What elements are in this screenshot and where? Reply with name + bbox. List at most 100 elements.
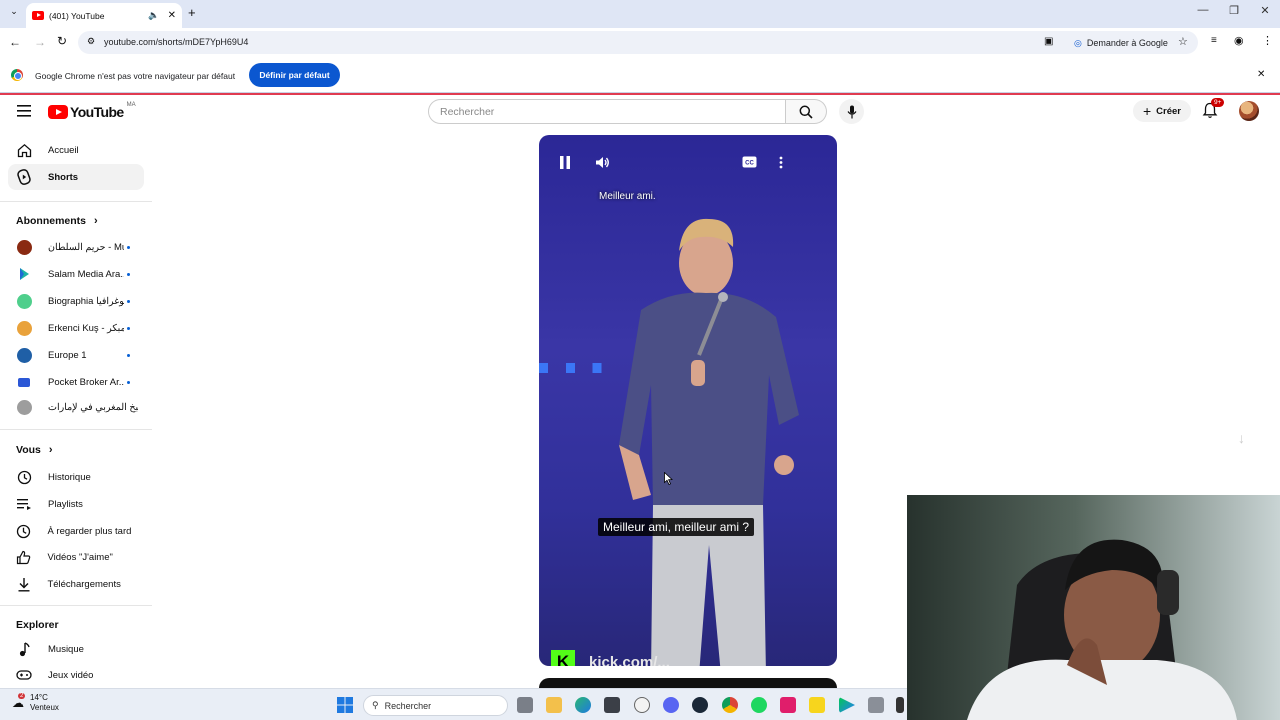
youtube-logo-text: YouTube xyxy=(70,104,124,120)
app-icon[interactable] xyxy=(896,697,904,713)
channel-avatar-icon xyxy=(16,293,32,309)
subscription-label: الطبخ المغربي في لإمارات ... xyxy=(48,401,138,413)
search-input[interactable]: Rechercher xyxy=(428,99,786,124)
install-app-icon[interactable]: ▣ xyxy=(1044,36,1053,47)
site-info-icon[interactable]: ⚙ xyxy=(87,36,95,47)
kick-watermark: K kick.com/... xyxy=(551,650,670,666)
store-icon[interactable] xyxy=(604,697,620,713)
address-bar[interactable]: ⚙ youtube.com/shorts/mDE7YpH69U4 ▣ ◎ Dem… xyxy=(78,31,1198,54)
sidebar-item-subscription[interactable]: Europe 1 xyxy=(8,342,144,368)
hamburger-menu-icon[interactable] xyxy=(17,104,31,122)
close-window-button[interactable]: ✕ xyxy=(1256,4,1274,17)
more-options-button[interactable] xyxy=(770,151,792,173)
profile-icon[interactable]: ◉ xyxy=(1234,34,1244,47)
restore-button[interactable]: ❐ xyxy=(1225,4,1243,17)
subscriptions-heading[interactable]: Abonnements › xyxy=(16,215,98,227)
sidebar-item-liked-videos[interactable]: Vidéos "J'aime" xyxy=(8,544,144,570)
search-icon xyxy=(799,105,813,119)
notifications-button[interactable]: 9+ xyxy=(1202,98,1225,120)
chrome-icon[interactable] xyxy=(722,697,738,713)
volume-button[interactable] xyxy=(591,151,613,173)
tab-close-icon[interactable]: ✕ xyxy=(168,10,176,21)
new-content-dot xyxy=(127,299,130,303)
banner-message: Google Chrome n'est pas votre navigateur… xyxy=(35,71,236,81)
banner-close-icon[interactable]: ✕ xyxy=(1257,69,1265,80)
search-placeholder: Rechercher xyxy=(440,105,495,118)
file-explorer-icon[interactable] xyxy=(546,697,562,713)
tab-list-dropdown-icon[interactable]: ⌄ xyxy=(7,6,21,20)
ask-google-label: Demander à Google xyxy=(1086,38,1168,48)
sidebar-item-home[interactable]: Accueil xyxy=(8,137,144,163)
edge-icon[interactable] xyxy=(575,697,591,713)
spotify-icon[interactable] xyxy=(751,697,767,713)
pause-button[interactable] xyxy=(554,151,576,173)
weather-widget[interactable]: ☁ 2 14°C Venteux xyxy=(12,693,59,713)
subscription-label: حريم السلطان - Muht... xyxy=(48,241,124,253)
shorts-icon xyxy=(16,169,32,185)
weather-alert-badge: 2 xyxy=(18,693,26,699)
sidebar-item-downloads[interactable]: Téléchargements xyxy=(8,571,144,597)
voice-search-button[interactable] xyxy=(839,99,864,124)
next-short-arrow-icon[interactable]: ↓ xyxy=(1238,430,1245,446)
play-store-icon[interactable] xyxy=(839,697,855,713)
minimize-button[interactable]: — xyxy=(1194,4,1212,16)
new-tab-button[interactable]: + xyxy=(188,5,196,20)
sidebar-item-music[interactable]: Musique xyxy=(8,636,144,662)
sidebar-item-subscription[interactable]: Biographia بيوغرافيا xyxy=(8,288,144,314)
sidebar-item-subscription[interactable]: حريم السلطان - Muht... xyxy=(8,234,144,260)
discord-icon[interactable] xyxy=(663,697,679,713)
ask-google-button[interactable]: ◎ Demander à Google xyxy=(1068,35,1174,51)
sidebar-divider xyxy=(0,201,152,202)
sidebar-item-subscription[interactable]: Pocket Broker Ar... xyxy=(8,369,144,395)
sidebar-item-gaming[interactable]: Jeux vidéo xyxy=(8,662,144,688)
media-controls-icon[interactable]: ≡ xyxy=(1211,35,1217,46)
kick-logo-icon: K xyxy=(551,650,575,666)
sidebar-divider xyxy=(0,429,152,430)
browser-tab-youtube[interactable]: (401) YouTube 🔈 ✕ xyxy=(26,3,182,28)
sidebar-item-subscription[interactable]: Erkenci Kuş - مبكر... xyxy=(8,315,144,341)
sidebar-item-subscription[interactable]: Salam Media Ara... xyxy=(8,261,144,287)
taskbar-search[interactable]: ⚲ Rechercher xyxy=(363,695,508,716)
sidebar-item-history[interactable]: Historique xyxy=(8,464,144,490)
set-default-button[interactable]: Définir par défaut xyxy=(249,63,340,87)
task-view-icon[interactable] xyxy=(517,697,533,713)
bookmark-star-icon[interactable]: ☆ xyxy=(1178,35,1188,48)
account-avatar[interactable] xyxy=(1239,101,1259,121)
back-icon[interactable]: ← xyxy=(9,35,21,49)
default-browser-banner: Google Chrome n'est pas votre navigateur… xyxy=(0,57,1280,93)
sidebar-item-label: Shorts xyxy=(48,171,79,183)
taskbar-search-label: Rechercher xyxy=(384,700,432,711)
reload-icon[interactable]: ↻ xyxy=(57,34,67,48)
home-icon xyxy=(16,142,32,158)
webcam-scene xyxy=(907,495,1280,720)
start-button[interactable] xyxy=(337,697,353,718)
shorts-video-player[interactable]: CC Meilleur ami. Meilleur ami, meilleur … xyxy=(539,135,837,666)
you-heading[interactable]: Vous › xyxy=(16,444,53,456)
app-icon[interactable] xyxy=(868,697,884,713)
forward-icon[interactable]: → xyxy=(34,35,46,49)
sidebar-item-label: Playlists xyxy=(48,498,83,510)
sticky-notes-icon[interactable] xyxy=(809,697,825,713)
windows-taskbar: ☁ 2 14°C Venteux ⚲ Rechercher xyxy=(0,688,907,720)
captions-button[interactable]: CC xyxy=(738,151,760,173)
sidebar-item-watch-later[interactable]: À regarder plus tard xyxy=(8,518,144,544)
search-icon: ⚲ xyxy=(372,700,379,710)
chrome-menu-icon[interactable]: ⋮ xyxy=(1262,34,1273,47)
chatgpt-icon[interactable] xyxy=(634,697,650,713)
iptv-icon[interactable] xyxy=(780,697,796,713)
weather-icon: ☁ 2 xyxy=(12,693,26,710)
search-button[interactable] xyxy=(786,99,827,124)
windows-logo-icon xyxy=(337,697,353,713)
sidebar-item-subscription[interactable]: الطبخ المغربي في لإمارات ... xyxy=(8,394,144,420)
new-content-dot xyxy=(127,380,130,384)
youtube-logo[interactable]: YouTube MA xyxy=(48,102,136,120)
steam-icon[interactable] xyxy=(692,697,708,713)
url-text[interactable]: youtube.com/shorts/mDE7YpH69U4 xyxy=(104,37,248,47)
tab-audio-icon[interactable]: 🔈 xyxy=(148,10,159,21)
closed-captions-icon: CC xyxy=(742,156,756,168)
sidebar-item-shorts[interactable]: Shorts xyxy=(8,164,144,190)
channel-avatar-icon xyxy=(16,347,32,363)
create-button[interactable]: + Créer xyxy=(1133,100,1191,122)
sidebar-item-playlists[interactable]: Playlists xyxy=(8,491,144,517)
chevron-right-icon: › xyxy=(48,444,53,456)
